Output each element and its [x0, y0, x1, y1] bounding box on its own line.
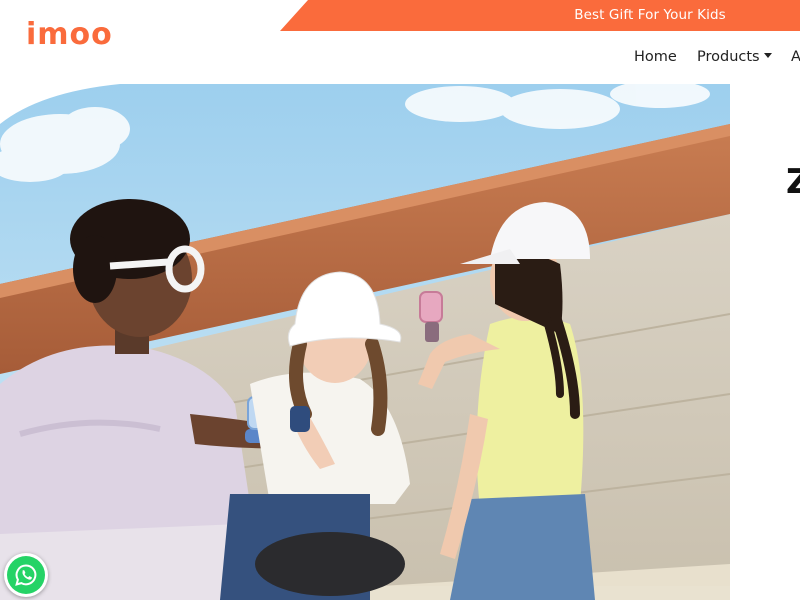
hero-image — [0, 84, 730, 600]
nav-item-about[interactable]: A — [791, 44, 800, 70]
caret-down-icon — [763, 52, 772, 58]
main-nav: Home Products A — [0, 44, 800, 70]
nav-item-products-label: Products — [697, 49, 760, 65]
whatsapp-icon — [7, 556, 45, 594]
hero-side-heading: Z — [786, 162, 800, 202]
nav-item-products[interactable]: Products — [697, 44, 772, 70]
promo-text[interactable]: Best Gift For Your Kids — [540, 0, 760, 31]
page: Best Gift For Your Kids imoo Home Produc… — [0, 0, 800, 600]
whatsapp-button[interactable] — [4, 553, 48, 597]
whatsapp-glyph — [15, 564, 37, 586]
hero-photo-illustration — [0, 84, 730, 600]
nav-item-home[interactable]: Home — [634, 44, 677, 70]
